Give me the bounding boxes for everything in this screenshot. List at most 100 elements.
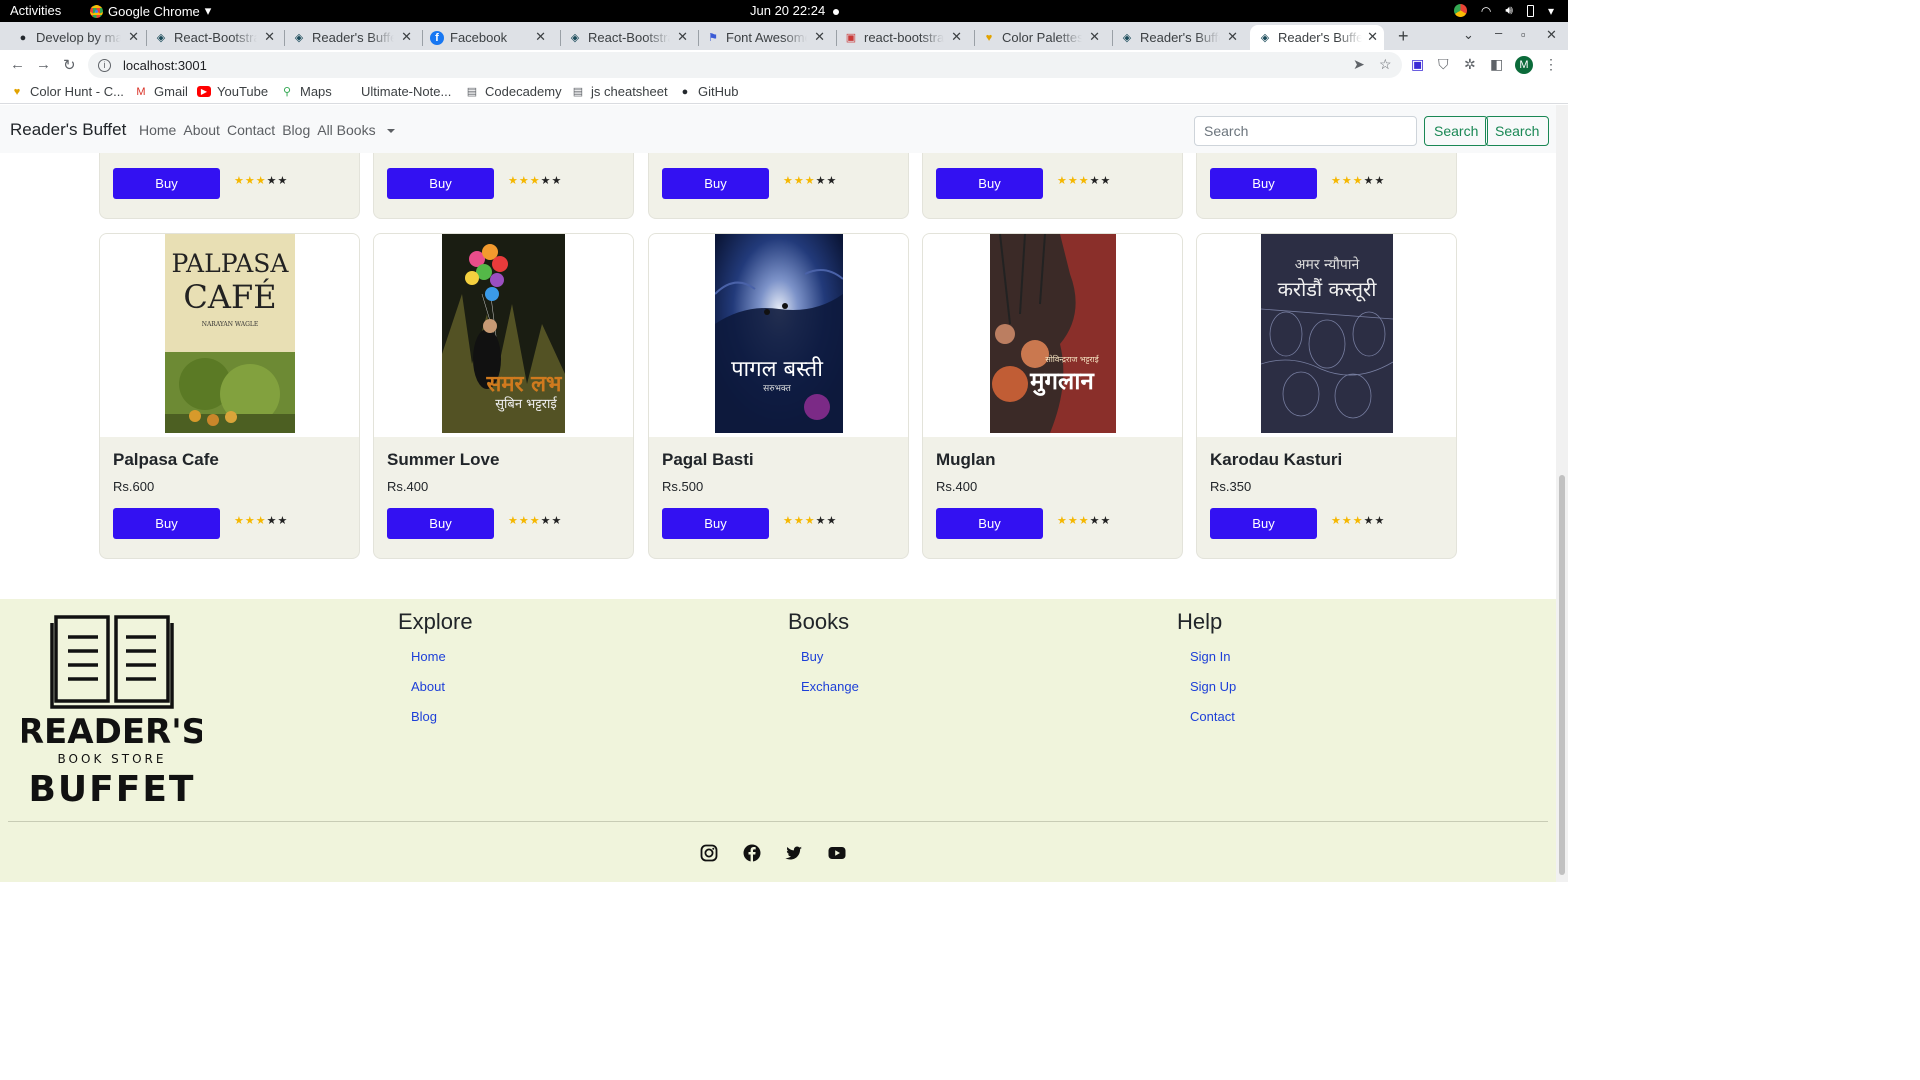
nav-home[interactable]: Home	[139, 122, 176, 138]
book-cover-image[interactable]: समर लभसुबिन भट्टराई	[442, 234, 565, 433]
star-rating: ★★★★★	[234, 174, 288, 187]
puzzle-extensions-icon[interactable]: ✲	[1464, 56, 1476, 73]
footer-link-blog[interactable]: Blog	[411, 709, 473, 724]
side-panel-icon[interactable]: ◧	[1490, 56, 1503, 73]
send-icon[interactable]: ➤	[1353, 56, 1365, 73]
browser-tab[interactable]: ◈ React-Bootstra ✕	[568, 25, 694, 50]
buy-button[interactable]: Buy	[936, 508, 1043, 539]
footer-link-sign-up[interactable]: Sign Up	[1190, 679, 1236, 694]
tab-close-icon[interactable]: ✕	[814, 29, 825, 45]
chevron-down-icon: ▾	[204, 3, 212, 18]
star-icon: ★	[1078, 515, 1090, 527]
browser-tab[interactable]: ◈ Reader's Buffe ✕	[1250, 25, 1384, 50]
bookmark-star-icon[interactable]: ☆	[1379, 56, 1392, 73]
star-icon: ★	[1374, 175, 1386, 187]
activities-button[interactable]: Activities	[10, 3, 61, 18]
search-input[interactable]	[1194, 116, 1417, 146]
bookmark-item[interactable]: ● GitHub	[678, 84, 739, 99]
bookmark-item[interactable]: ⚲ Maps	[280, 84, 332, 99]
star-icon: ★	[815, 175, 827, 187]
footer-link-contact[interactable]: Contact	[1190, 709, 1236, 724]
back-button[interactable]: ←	[10, 56, 25, 73]
browser-tab[interactable]: ▣ react-bootstrap ✕	[844, 25, 968, 50]
nav-contact[interactable]: Contact	[227, 122, 275, 138]
footer-link-exchange[interactable]: Exchange	[801, 679, 859, 694]
profile-avatar[interactable]: M	[1515, 56, 1533, 74]
footer-link-home[interactable]: Home	[411, 649, 473, 664]
tab-search-icon[interactable]: ⌄	[1463, 27, 1474, 43]
browser-tab[interactable]: ⚑ Font Awesome ✕	[706, 25, 831, 50]
new-tab-button[interactable]: +	[1398, 26, 1409, 47]
scrollbar-thumb[interactable]	[1559, 475, 1565, 875]
bookmark-item[interactable]: M Gmail	[134, 84, 188, 99]
book-cover-image[interactable]: सोविन्द्रराज भट्टराई मुगलान	[990, 234, 1116, 433]
star-icon: ★	[540, 515, 552, 527]
tab-close-icon[interactable]: ✕	[1089, 29, 1100, 45]
nav-about[interactable]: About	[183, 122, 220, 138]
buy-button[interactable]: Buy	[1210, 508, 1317, 539]
footer-col-help: Help Sign In Sign Up Contact	[1177, 609, 1236, 739]
browser-tab[interactable]: ♥ Color Palettes f ✕	[982, 25, 1106, 50]
youtube-icon[interactable]	[828, 844, 846, 862]
cover-text: समर लभ	[485, 372, 563, 397]
site-brand[interactable]: Reader's Buffet	[10, 120, 126, 140]
app-menu[interactable]: Google Chrome ▾	[90, 3, 211, 19]
tab-close-icon[interactable]: ✕	[1367, 29, 1378, 45]
browser-tab[interactable]: ◈ Reader's Buffet ✕	[1120, 25, 1244, 50]
system-tray[interactable]: ◠ 🔊︎ ▾	[1453, 3, 1554, 18]
reload-button[interactable]: ↻	[63, 56, 76, 74]
cover-text: करोडौं कस्तूरी	[1278, 277, 1378, 302]
minimize-button[interactable]: –	[1495, 25, 1502, 40]
footer-link-buy[interactable]: Buy	[801, 649, 859, 664]
tab-close-icon[interactable]: ✕	[401, 29, 412, 45]
maximize-button[interactable]: ▫	[1521, 27, 1526, 42]
extension-icon[interactable]: ▣	[1411, 56, 1424, 73]
buy-button[interactable]: Buy	[936, 168, 1043, 199]
book-cover-image[interactable]: अमर न्यौपाने करोडौं कस्तूरी	[1261, 234, 1393, 433]
footer-link-sign-in[interactable]: Sign In	[1190, 649, 1236, 664]
buy-button[interactable]: Buy	[387, 508, 494, 539]
browser-tab[interactable]: ◈ Reader's Buffe ✕	[292, 25, 418, 50]
instagram-icon[interactable]	[700, 844, 718, 862]
bookmark-item[interactable]: ▤ js cheatsheet	[571, 84, 668, 99]
buy-button[interactable]: Buy	[113, 168, 220, 199]
clock[interactable]: Jun 20 22:24	[750, 3, 840, 18]
buy-button[interactable]: Buy	[387, 168, 494, 199]
tab-close-icon[interactable]: ✕	[128, 29, 139, 45]
nav-blog[interactable]: Blog	[282, 122, 310, 138]
book-cover-image[interactable]: PALPASACAFÉ NARAYAN WAGLE	[165, 234, 295, 433]
facebook-icon[interactable]	[743, 844, 761, 862]
bookmark-item[interactable]: ▶ YouTube	[197, 84, 268, 99]
buy-button[interactable]: Buy	[662, 508, 769, 539]
browser-tab[interactable]: ● Develop by mar ✕	[16, 25, 145, 50]
address-bar[interactable]: i localhost:3001	[88, 52, 1402, 78]
tab-close-icon[interactable]: ✕	[264, 29, 275, 45]
browser-tab[interactable]: f Facebook ✕	[430, 25, 552, 50]
bookmark-item[interactable]: ▤ Codecademy	[465, 84, 562, 99]
buy-button[interactable]: Buy	[113, 508, 220, 539]
tab-close-icon[interactable]: ✕	[1227, 29, 1238, 45]
site-info-icon[interactable]: i	[98, 58, 111, 72]
close-window-button[interactable]: ✕	[1546, 27, 1557, 43]
forward-button[interactable]: →	[36, 56, 51, 73]
tab-close-icon[interactable]: ✕	[951, 29, 962, 45]
browser-tab[interactable]: ◈ React-Bootstra ✕	[154, 25, 281, 50]
twitter-icon[interactable]	[785, 844, 803, 862]
tab-close-icon[interactable]: ✕	[677, 29, 688, 45]
shield-extension-icon[interactable]: ⛉	[1438, 56, 1449, 73]
star-rating: ★★★★★	[234, 514, 288, 527]
bookmark-item[interactable]: Ultimate-Note...	[361, 84, 451, 99]
bookmark-item[interactable]: ♥ Color Hunt - C...	[10, 84, 124, 99]
buy-button[interactable]: Buy	[662, 168, 769, 199]
tab-close-icon[interactable]: ✕	[535, 29, 546, 45]
footer-link-about[interactable]: About	[411, 679, 473, 694]
search-button-secondary[interactable]: Search	[1485, 116, 1550, 146]
more-menu-icon[interactable]: ⋮	[1544, 56, 1558, 73]
nav-all-books-dropdown[interactable]: All Books	[317, 122, 401, 138]
bookmark-label: Ultimate-Note...	[361, 84, 452, 99]
book-cover-image[interactable]: पागल बस्ती सरुभक्त	[715, 234, 843, 433]
page-scrollbar[interactable]	[1556, 105, 1568, 882]
bookmark-label: Maps	[300, 84, 332, 99]
search-button[interactable]: Search	[1424, 116, 1489, 146]
buy-button[interactable]: Buy	[1210, 168, 1317, 199]
